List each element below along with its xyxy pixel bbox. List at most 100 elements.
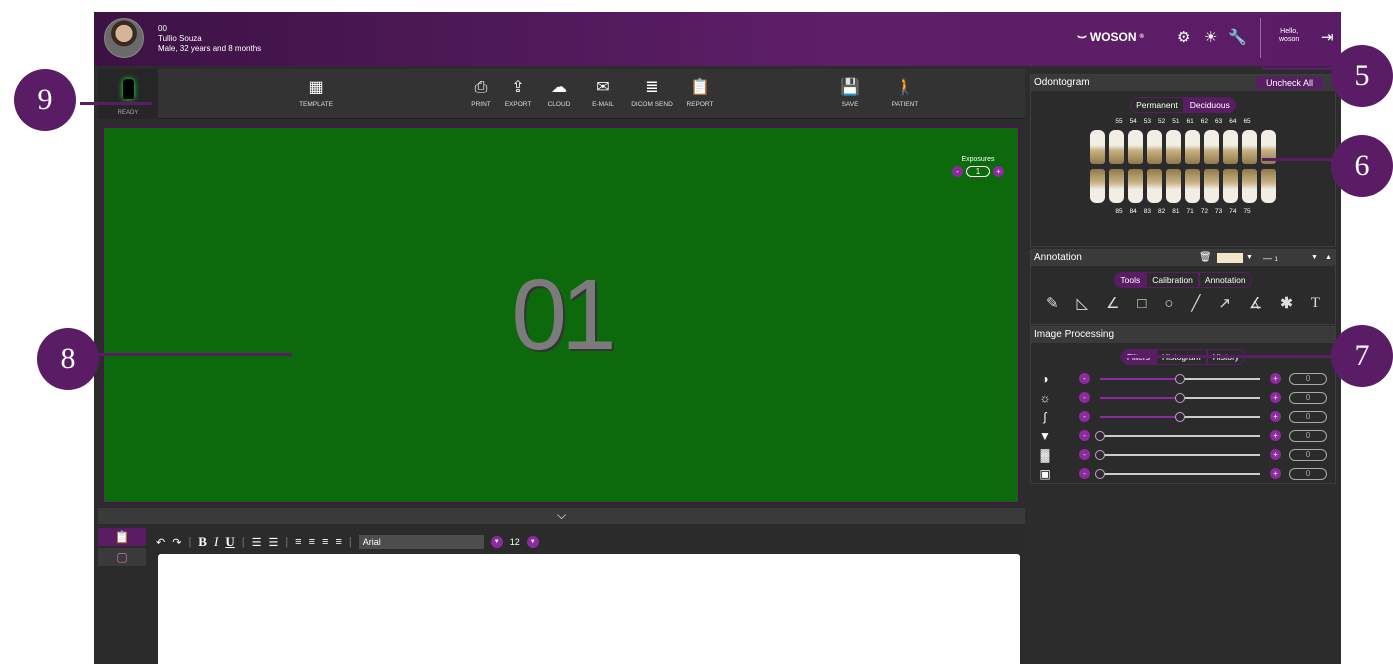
slider-knob[interactable]: [1175, 373, 1185, 384]
filter-increment-button[interactable]: +: [1270, 411, 1281, 422]
report-button[interactable]: 📋 REPORT: [682, 69, 718, 119]
tooth-75[interactable]: [1261, 169, 1276, 203]
filter-increment-button[interactable]: +: [1270, 468, 1281, 479]
circle-icon[interactable]: ○: [1164, 295, 1173, 312]
theme-toggle-icon[interactable]: ☀: [1204, 29, 1217, 47]
collapse-up-icon[interactable]: ▲: [1325, 250, 1332, 266]
tooth-62[interactable]: [1204, 130, 1219, 164]
tooth-81[interactable]: [1166, 169, 1181, 203]
email-button[interactable]: ✉ E-MAIL: [586, 69, 620, 119]
print-button[interactable]: ⎙ PRINT: [466, 69, 496, 119]
line-width-dropdown-icon[interactable]: ▼: [1311, 250, 1318, 266]
tooth-63[interactable]: [1223, 130, 1238, 164]
filter-slider[interactable]: [1100, 373, 1260, 384]
italic-icon[interactable]: I: [214, 534, 218, 550]
align-right-icon[interactable]: ≡: [322, 536, 328, 548]
annotation-color-swatch[interactable]: [1217, 253, 1243, 263]
filter-increment-button[interactable]: +: [1270, 449, 1281, 460]
numbered-list-icon[interactable]: ☰: [268, 536, 278, 549]
filter-slider[interactable]: [1095, 430, 1260, 441]
rectangle-icon[interactable]: □: [1137, 295, 1146, 312]
line-icon[interactable]: ╱: [1191, 294, 1200, 312]
trash-icon[interactable]: 🗑: [1199, 250, 1212, 266]
annotation-tab[interactable]: Annotation: [1198, 272, 1252, 288]
filter-slider[interactable]: [1100, 392, 1260, 403]
tooth-64[interactable]: [1242, 130, 1257, 164]
align-center-icon[interactable]: ≡: [309, 536, 315, 548]
font-family-select[interactable]: Arial: [358, 535, 484, 549]
tools-wrench-icon[interactable]: 🔧: [1228, 29, 1247, 47]
filter-decrement-button[interactable]: -: [1079, 373, 1090, 384]
tooth-85[interactable]: [1090, 169, 1105, 203]
filter-decrement-button[interactable]: -: [1079, 430, 1090, 441]
patient-avatar[interactable]: [104, 18, 144, 58]
exposures-decrement-button[interactable]: -: [952, 166, 963, 177]
filter-value[interactable]: 0: [1289, 410, 1327, 423]
tooth-61[interactable]: [1185, 130, 1200, 164]
tooth-73[interactable]: [1223, 169, 1238, 203]
dicom-send-button[interactable]: ≣ DICOM SEND: [626, 69, 678, 119]
align-justify-icon[interactable]: ≡: [335, 536, 341, 548]
filter-increment-button[interactable]: +: [1270, 430, 1281, 441]
bullet-list-icon[interactable]: ☰: [252, 536, 262, 549]
settings-gear-icon[interactable]: ⚙: [1177, 29, 1190, 47]
exposures-increment-button[interactable]: +: [993, 166, 1004, 177]
tooth-51[interactable]: [1166, 130, 1181, 164]
font-family-dropdown-icon[interactable]: ▼: [490, 536, 503, 548]
filter-slider[interactable]: [1100, 411, 1260, 422]
filter-increment-button[interactable]: +: [1270, 392, 1281, 403]
exposures-count[interactable]: 1: [966, 166, 990, 177]
triangle-ruler-icon[interactable]: ◺: [1076, 294, 1088, 312]
tooth-71[interactable]: [1185, 169, 1200, 203]
asterisk-icon[interactable]: ✱: [1280, 294, 1293, 312]
filter-value[interactable]: 0: [1289, 448, 1327, 461]
color-dropdown-icon[interactable]: ▼: [1246, 250, 1253, 266]
slider-knob[interactable]: [1095, 430, 1105, 441]
arrow-icon[interactable]: ↗: [1218, 294, 1231, 312]
font-size-dropdown-icon[interactable]: ▼: [526, 536, 539, 548]
tooth-74[interactable]: [1242, 169, 1257, 203]
slider-knob[interactable]: [1095, 468, 1105, 479]
tooth-55[interactable]: [1090, 130, 1105, 164]
template-button[interactable]: ▦ TEMPLATE: [290, 69, 342, 119]
collapse-panel-toggle[interactable]: ⌵: [98, 508, 1025, 524]
device-status[interactable]: READY: [98, 69, 158, 119]
filter-decrement-button[interactable]: -: [1079, 449, 1090, 460]
calibration-tab[interactable]: Calibration: [1146, 272, 1199, 288]
angle-icon[interactable]: ∠: [1106, 294, 1119, 312]
logout-icon[interactable]: ⇥: [1321, 29, 1334, 47]
filter-decrement-button[interactable]: -: [1079, 468, 1090, 479]
ruler-icon[interactable]: ✎: [1046, 294, 1059, 312]
report-tab-clipboard-icon[interactable]: 📋: [98, 528, 146, 546]
tooth-82[interactable]: [1147, 169, 1162, 203]
save-button[interactable]: 💾 SAVE: [835, 69, 865, 119]
deciduous-tab[interactable]: Deciduous: [1183, 97, 1236, 113]
tooth-84[interactable]: [1109, 169, 1124, 203]
filter-slider[interactable]: [1095, 468, 1260, 479]
image-viewer[interactable]: 01 Exposures - 1 +: [102, 126, 1020, 504]
tooth-52[interactable]: [1147, 130, 1162, 164]
tooth-72[interactable]: [1204, 169, 1219, 203]
export-button[interactable]: ⇪ EXPORT: [501, 69, 535, 119]
uncheck-all-button[interactable]: Uncheck All: [1255, 77, 1323, 89]
filter-increment-button[interactable]: +: [1270, 373, 1281, 384]
filter-value[interactable]: 0: [1289, 372, 1327, 385]
slider-knob[interactable]: [1175, 392, 1185, 403]
filter-value[interactable]: 0: [1289, 467, 1327, 480]
filter-decrement-button[interactable]: -: [1079, 392, 1090, 403]
slider-knob[interactable]: [1095, 449, 1105, 460]
filter-slider[interactable]: [1095, 449, 1260, 460]
permanent-tab[interactable]: Permanent: [1130, 97, 1184, 113]
text-tool-icon[interactable]: T: [1311, 295, 1320, 312]
tools-tab[interactable]: Tools: [1114, 272, 1147, 288]
tooth-83[interactable]: [1128, 169, 1143, 203]
filter-value[interactable]: 0: [1289, 429, 1327, 442]
redo-icon[interactable]: ↷: [172, 536, 181, 549]
undo-icon[interactable]: ↶: [156, 536, 165, 549]
tooth-tab-icon[interactable]: ▢: [98, 548, 146, 566]
filter-decrement-button[interactable]: -: [1079, 411, 1090, 422]
pencil-angle-icon[interactable]: ∡: [1249, 294, 1262, 312]
cloud-button[interactable]: ☁ CLOUD: [542, 69, 576, 119]
patient-button[interactable]: 🚶 PATIENT: [885, 69, 925, 119]
bold-icon[interactable]: B: [198, 534, 207, 550]
